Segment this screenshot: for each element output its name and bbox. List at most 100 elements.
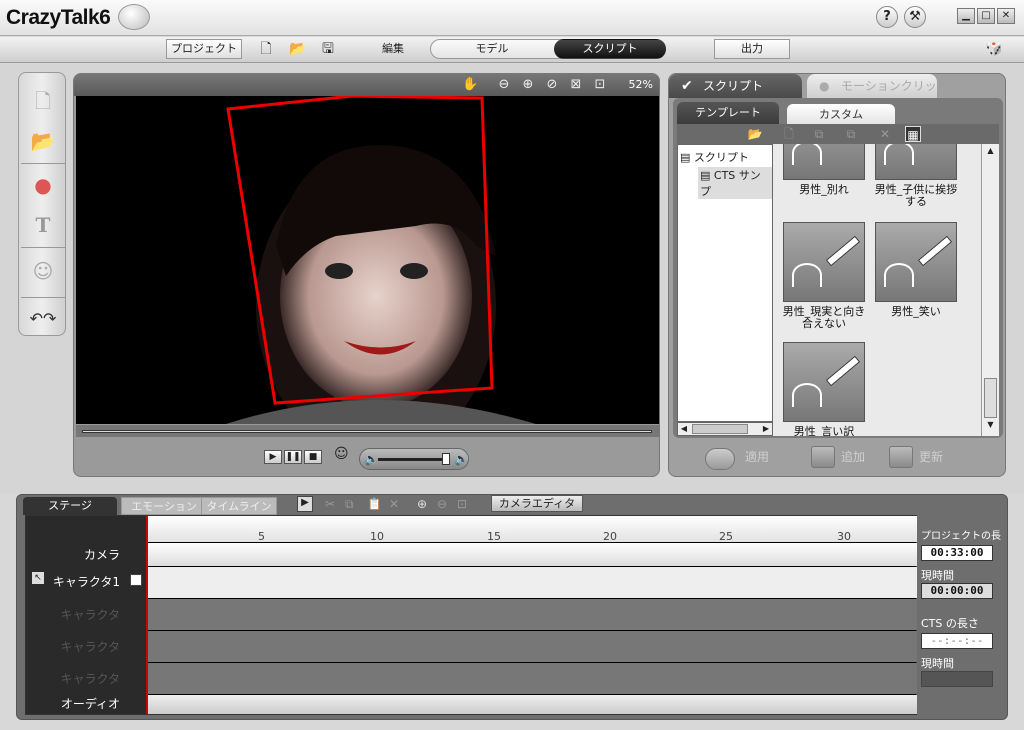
- close-button[interactable]: ✕: [997, 8, 1015, 24]
- update-icon[interactable]: [889, 446, 913, 468]
- stop-button[interactable]: ■: [304, 450, 322, 464]
- template-thumbnail[interactable]: [875, 222, 957, 302]
- scroll-down-icon[interactable]: ▼: [984, 420, 997, 432]
- scrub-bar[interactable]: [76, 425, 659, 437]
- reset-icon[interactable]: ⊘: [544, 77, 560, 93]
- face-puppet-icon[interactable]: ☺: [23, 253, 63, 289]
- open-folder-icon[interactable]: 📂: [288, 39, 308, 59]
- playhead[interactable]: [146, 516, 148, 714]
- tab-timeline[interactable]: タイムライン: [201, 497, 277, 515]
- copy-icon[interactable]: ⧉: [345, 497, 354, 512]
- update-button[interactable]: 更新: [919, 448, 943, 465]
- stage-canvas[interactable]: [76, 96, 659, 424]
- expand-icon[interactable]: [130, 574, 142, 586]
- apply-icon[interactable]: [705, 448, 735, 470]
- tab-emotion[interactable]: エモーション: [121, 497, 207, 515]
- tab-stage[interactable]: ステージ: [23, 497, 117, 515]
- zoom-out-icon[interactable]: ⊖: [437, 497, 447, 511]
- template-thumbnail[interactable]: [783, 342, 865, 422]
- hand-icon[interactable]: ✋: [462, 77, 478, 93]
- text-to-speech-icon[interactable]: T: [23, 207, 63, 243]
- new-file-icon[interactable]: 🗋: [256, 39, 276, 59]
- undo-redo-icon[interactable]: ↶↷: [23, 301, 63, 337]
- scroll-right-icon[interactable]: ▶: [760, 423, 772, 435]
- volume-track[interactable]: [378, 458, 448, 461]
- maximize-button[interactable]: □: [977, 8, 995, 24]
- fit-icon[interactable]: ⊠: [568, 77, 584, 93]
- horizontal-scrollbar[interactable]: ◀ ▶: [677, 422, 773, 436]
- scroll-left-icon[interactable]: ◀: [678, 423, 690, 435]
- zoom-in-icon[interactable]: ⊕: [417, 497, 427, 511]
- tab-motion-clip[interactable]: ● モーションクリップ: [807, 74, 937, 117]
- ruler-tick: 10: [370, 530, 384, 543]
- copy-icon[interactable]: ⧉: [811, 126, 827, 142]
- tree-root[interactable]: ▤ スクリプト: [680, 149, 749, 165]
- time-ruler[interactable]: 5 10 15 20 25 30: [147, 516, 917, 543]
- template-thumbnails: 男性_別れ 男性_子供に挨拶する 男性_現実と向き合えない 男性_笑い 男性_言…: [773, 144, 981, 436]
- template-thumbnail[interactable]: [783, 222, 865, 302]
- library-toolbar: 📂 🗋 ⧉ ⧉ ✕ ▦: [677, 124, 999, 144]
- folder-icon[interactable]: 📂: [747, 126, 763, 142]
- timeline-panel: ステージ エモーション タイムライン ▶ ✂ ⧉ 📋 ✕ ⊕ ⊖ ⊡ カメラエデ…: [16, 494, 1008, 720]
- speaker-high-icon: 🔊: [454, 452, 469, 466]
- volume-slider[interactable]: [442, 453, 450, 465]
- apply-button[interactable]: 適用: [745, 448, 769, 465]
- new-project-icon[interactable]: 🗋: [23, 83, 63, 119]
- track-camera[interactable]: [147, 543, 917, 566]
- template-thumbnail[interactable]: [875, 144, 957, 180]
- delete-icon[interactable]: ✕: [877, 126, 893, 142]
- check-icon: ✔: [681, 78, 693, 94]
- tab-script[interactable]: ✔ スクリプト: [669, 74, 802, 98]
- thumbnail-view-icon[interactable]: ▦: [905, 126, 921, 142]
- paste-icon[interactable]: ⧉: [843, 126, 859, 142]
- help-icon[interactable]: ?: [876, 6, 898, 28]
- ruler-tick: 20: [603, 530, 617, 543]
- scroll-thumb[interactable]: [692, 424, 748, 434]
- preview-viewer: ✋ ⊖ ⊕ ⊘ ⊠ ⊡ 52% ▶ ❚❚ ■ ☺ 🔈 🔊: [73, 73, 660, 477]
- tools-icon[interactable]: ⚒: [904, 6, 926, 28]
- pencil-icon: [825, 235, 861, 267]
- tree-item-cts-sample[interactable]: ▤ CTS サンプ: [698, 167, 772, 199]
- scroll-up-icon[interactable]: ▲: [984, 146, 997, 158]
- paste-icon[interactable]: 📋: [367, 497, 382, 511]
- add-icon[interactable]: [811, 446, 835, 468]
- select-icon[interactable]: ▶: [297, 496, 313, 512]
- track-character2[interactable]: [147, 599, 917, 630]
- new-script-icon[interactable]: 🗋: [781, 126, 797, 142]
- vertical-scrollbar[interactable]: ▲ ▼: [981, 144, 999, 436]
- track-character1[interactable]: [147, 567, 917, 598]
- scroll-thumb[interactable]: [984, 378, 997, 418]
- zoom-fit-icon[interactable]: ⊡: [457, 497, 467, 511]
- track-audio[interactable]: [147, 695, 917, 714]
- speaker-low-icon: 🔈: [364, 452, 379, 466]
- zoom-in-icon[interactable]: ⊕: [520, 77, 536, 93]
- wave-icon: [884, 263, 914, 287]
- dice-icon[interactable]: 🎲: [984, 39, 1004, 59]
- menu-output[interactable]: 出力: [714, 39, 790, 59]
- zoom-out-icon[interactable]: ⊖: [496, 77, 512, 93]
- pencil-icon: [917, 235, 953, 267]
- cut-icon[interactable]: ✂: [325, 497, 335, 511]
- menu-edit[interactable]: 編集: [370, 39, 416, 59]
- subtab-template[interactable]: テンプレート: [677, 102, 779, 124]
- delete-icon[interactable]: ✕: [389, 497, 399, 511]
- subtab-custom[interactable]: カスタム: [787, 104, 895, 124]
- wave-icon: [792, 144, 822, 165]
- menu-project[interactable]: プロジェクト: [166, 39, 242, 59]
- pause-button[interactable]: ❚❚: [284, 450, 302, 464]
- script-file-icon: ▤: [700, 169, 711, 182]
- camera-editor-button[interactable]: カメラエディタ: [491, 495, 583, 512]
- track-character4[interactable]: [147, 663, 917, 694]
- record-icon[interactable]: ●: [23, 167, 63, 203]
- menu-script[interactable]: スクリプト: [554, 39, 666, 59]
- template-thumbnail[interactable]: [783, 144, 865, 180]
- open-project-icon[interactable]: 📂: [23, 123, 63, 159]
- save-icon[interactable]: 🖫: [318, 39, 338, 59]
- scrub-track[interactable]: [82, 430, 652, 433]
- add-button[interactable]: 追加: [841, 448, 865, 465]
- play-button[interactable]: ▶: [264, 450, 282, 464]
- actual-size-icon[interactable]: ⊡: [592, 77, 608, 93]
- minimize-button[interactable]: ▁: [957, 8, 975, 24]
- lip-sync-icon[interactable]: ☺: [334, 446, 354, 466]
- track-character3[interactable]: [147, 631, 917, 662]
